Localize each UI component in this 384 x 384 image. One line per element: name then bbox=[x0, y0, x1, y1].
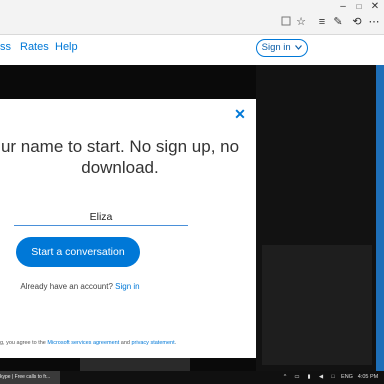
taskbar-app-skype[interactable]: kype | Free calls to fr... bbox=[0, 371, 60, 384]
sign-in-button[interactable]: Sign in bbox=[256, 39, 308, 57]
start-conversation-button[interactable]: Start a conversation bbox=[16, 237, 140, 267]
language-indicator[interactable]: ENG bbox=[340, 371, 354, 384]
privacy-statement-link[interactable]: privacy statement bbox=[132, 340, 175, 346]
terms-text: g, you agree to the Microsoft services a… bbox=[0, 340, 256, 346]
notification-icon[interactable]: □ bbox=[328, 371, 338, 384]
network-icon[interactable]: ▭ bbox=[292, 371, 302, 384]
nav-link-help[interactable]: Help bbox=[55, 41, 78, 53]
dialog-headline: ur name to start. No sign up, no downloa… bbox=[0, 137, 240, 177]
close-window-button[interactable]: ✕ bbox=[368, 0, 382, 14]
nav-link-business[interactable]: ss bbox=[0, 41, 11, 53]
tray-chevron-up-icon[interactable]: ^ bbox=[280, 371, 290, 384]
hub-icon[interactable]: ≡ bbox=[315, 15, 329, 29]
sign-in-link[interactable]: Sign in bbox=[115, 282, 139, 291]
services-agreement-link[interactable]: Microsoft services agreement bbox=[47, 340, 119, 346]
maximize-button[interactable]: □ bbox=[352, 0, 366, 14]
reading-view-icon[interactable] bbox=[279, 15, 293, 29]
favorite-star-icon[interactable]: ☆ bbox=[294, 15, 308, 29]
chevron-down-icon bbox=[295, 45, 303, 50]
account-prompt-text: Already have an account? bbox=[20, 282, 113, 291]
close-icon[interactable]: ✕ bbox=[233, 107, 247, 121]
volume-icon[interactable]: ◀ bbox=[316, 371, 326, 384]
minimize-button[interactable]: – bbox=[336, 0, 350, 14]
share-icon[interactable]: ⟲ bbox=[350, 15, 364, 29]
terms-suffix: . bbox=[174, 340, 177, 346]
battery-icon[interactable]: ▮ bbox=[304, 371, 314, 384]
nav-link-rates[interactable]: Rates bbox=[20, 41, 49, 53]
account-prompt: Already have an account? Sign in bbox=[0, 282, 160, 291]
terms-prefix: g, you agree to the bbox=[0, 340, 46, 346]
clock[interactable]: 4:05 PM bbox=[356, 371, 380, 384]
more-icon[interactable]: ⋯ bbox=[367, 15, 381, 29]
terms-and: and bbox=[120, 340, 130, 346]
scrollbar[interactable] bbox=[376, 65, 384, 371]
web-note-icon[interactable]: ✎ bbox=[331, 15, 345, 29]
name-input[interactable] bbox=[14, 209, 188, 226]
sign-in-label: Sign in bbox=[261, 42, 291, 53]
